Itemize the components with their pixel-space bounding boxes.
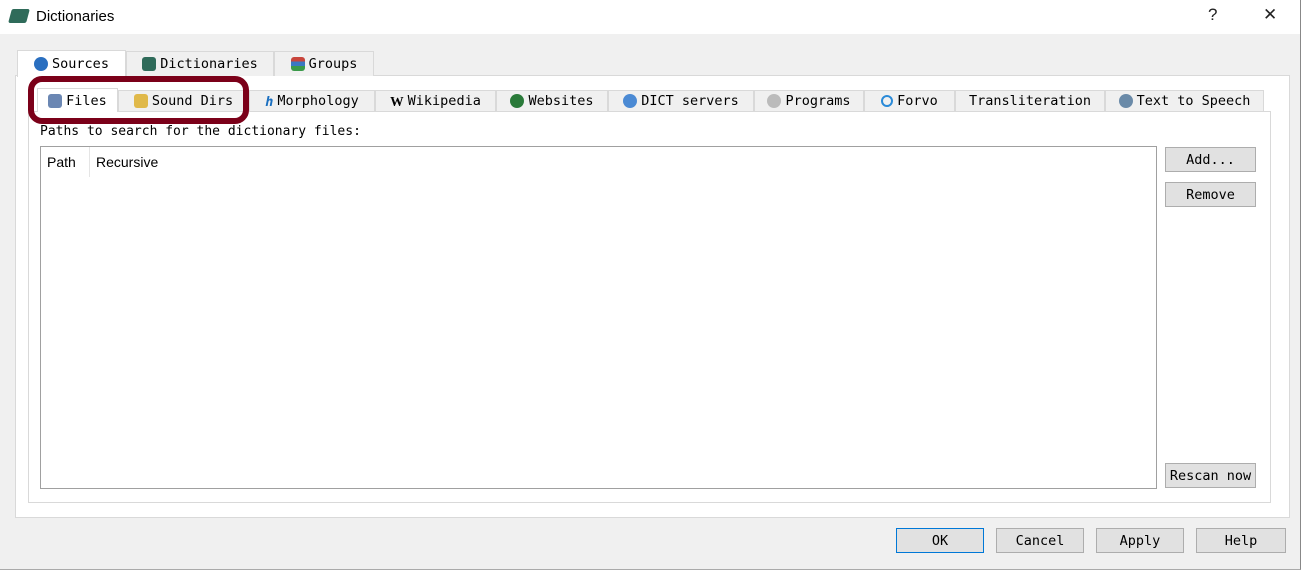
paths-list[interactable]: Path Recursive [40,146,1157,489]
paths-label: Paths to search for the dictionary files… [40,124,361,139]
tab-dictionaries[interactable]: Dictionaries [126,51,274,76]
window-title: Dictionaries [36,8,115,25]
apply-button[interactable]: Apply [1096,528,1184,553]
app-book-icon [8,9,30,23]
tab-text-to-speech[interactable]: Text to Speech [1105,90,1264,111]
refresh-icon [34,57,49,71]
ok-button[interactable]: OK [896,528,984,553]
help-title-button[interactable]: ? [1208,5,1217,25]
tab-sources[interactable]: Sources [17,50,126,77]
circle-icon [881,95,894,107]
tab-dict-servers[interactable]: DICT servers [608,90,754,111]
rescan-now-button[interactable]: Rescan now [1165,463,1256,488]
tab-programs[interactable]: Programs [754,90,864,111]
column-header-recursive[interactable]: Recursive [90,147,210,177]
cancel-button[interactable]: Cancel [996,528,1084,553]
globe-icon [510,94,525,108]
tab-websites[interactable]: Websites [496,90,608,111]
tab-transliteration[interactable]: Transliteration [955,90,1105,111]
column-header-path[interactable]: Path [41,147,90,177]
help-button[interactable]: Help [1196,528,1286,553]
remove-button[interactable]: Remove [1165,182,1256,207]
tab-forvo[interactable]: Forvo [864,90,955,111]
close-button[interactable]: ✕ [1263,5,1277,25]
books-stack-icon [290,57,305,71]
h-icon: h [265,94,274,110]
gear-icon [767,94,782,108]
tab-groups[interactable]: Groups [274,51,374,76]
highlight-annotation [28,76,249,124]
tab-wikipedia[interactable]: W Wikipedia [375,90,496,111]
add-button[interactable]: Add... [1165,147,1256,172]
speaker-icon [1118,94,1133,108]
book-icon [142,57,157,71]
tab-morphology[interactable]: h Morphology [249,90,375,111]
w-icon: W [390,94,404,109]
title-bar: Dictionaries ? ✕ [0,0,1300,34]
server-icon [623,94,638,108]
